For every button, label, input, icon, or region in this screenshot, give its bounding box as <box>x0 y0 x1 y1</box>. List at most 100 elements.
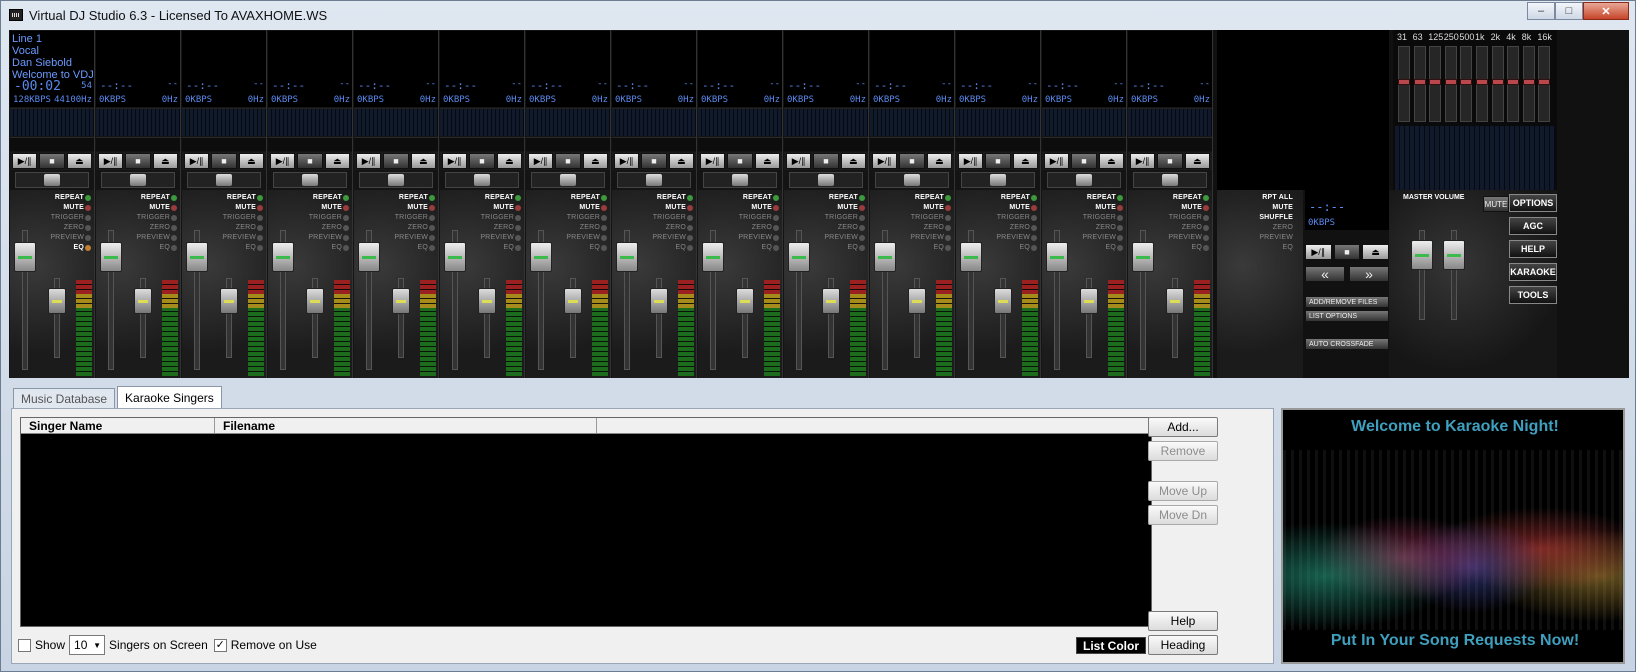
eq-band-slider[interactable] <box>1476 46 1488 122</box>
list-options-button[interactable]: LIST OPTIONS <box>1305 310 1389 322</box>
help-button[interactable]: Help <box>1148 611 1218 631</box>
eq-band-slider[interactable] <box>1491 46 1504 122</box>
play-pause-button[interactable]: ▶/∥ <box>442 153 468 169</box>
preview-flag[interactable]: PREVIEW <box>50 234 84 241</box>
volume-fader[interactable] <box>616 242 638 272</box>
play-pause-button[interactable]: ▶/∥ <box>614 153 640 169</box>
mute-flag[interactable]: MUTE <box>1272 204 1293 211</box>
stop-button[interactable]: ■ <box>383 153 409 169</box>
eq-flag[interactable]: EQ <box>1105 244 1116 251</box>
zero-flag[interactable]: ZERO <box>1096 224 1116 231</box>
preview-flag[interactable]: PREVIEW <box>996 234 1030 241</box>
trigger-flag[interactable]: TRIGGER <box>653 214 686 221</box>
repeat-flag[interactable]: REPEAT <box>743 194 772 201</box>
repeat-flag[interactable]: REPEAT <box>829 194 858 201</box>
gain-fader[interactable] <box>650 288 668 314</box>
playlist-play-button[interactable]: ▶/∥ <box>1305 244 1332 260</box>
mute-flag[interactable]: MUTE <box>751 204 772 211</box>
volume-fader[interactable] <box>186 242 208 272</box>
repeat-flag[interactable]: REPEAT <box>55 194 84 201</box>
eq-band-slider[interactable] <box>1522 46 1535 122</box>
pitch-slider[interactable] <box>703 172 777 188</box>
singers-list[interactable]: Singer Name Filename <box>20 417 1152 627</box>
eq-flag[interactable]: EQ <box>245 244 256 251</box>
eq-flag[interactable]: EQ <box>589 244 600 251</box>
pitch-slider[interactable] <box>273 172 347 188</box>
mute-flag[interactable]: MUTE <box>63 204 84 211</box>
gain-fader[interactable] <box>564 288 582 314</box>
trigger-flag[interactable]: TRIGGER <box>739 214 772 221</box>
repeat-flag[interactable]: REPEAT <box>227 194 256 201</box>
gain-fader[interactable] <box>822 288 840 314</box>
mute-flag[interactable]: MUTE <box>923 204 944 211</box>
play-pause-button[interactable]: ▶/∥ <box>528 153 554 169</box>
list-color-button[interactable]: List Color <box>1076 637 1146 654</box>
repeat-flag[interactable]: REPEAT <box>399 194 428 201</box>
repeat-flag[interactable]: REPEAT <box>1087 194 1116 201</box>
eq-flag[interactable]: EQ <box>761 244 772 251</box>
zero-flag[interactable]: ZERO <box>150 224 170 231</box>
tab-karaoke-singers[interactable]: Karaoke Singers <box>117 386 222 408</box>
deck-waveform[interactable] <box>440 137 524 151</box>
playlist-stop-button[interactable]: ■ <box>1333 244 1361 260</box>
eq-band-slider[interactable] <box>1538 46 1551 122</box>
trigger-flag[interactable]: TRIGGER <box>1169 214 1202 221</box>
repeat-flag[interactable]: REPEAT <box>485 194 514 201</box>
preview-flag[interactable]: PREVIEW <box>308 234 342 241</box>
stop-button[interactable]: ■ <box>39 153 65 169</box>
column-singer-name[interactable]: Singer Name <box>21 418 215 433</box>
eq-band-slider[interactable] <box>1507 46 1520 122</box>
preview-flag[interactable]: PREVIEW <box>222 234 256 241</box>
deck-waveform[interactable] <box>96 137 180 151</box>
repeat-flag[interactable]: REPEAT <box>571 194 600 201</box>
volume-fader[interactable] <box>788 242 810 272</box>
mute-flag[interactable]: MUTE <box>579 204 600 211</box>
pitch-slider[interactable] <box>789 172 863 188</box>
eq-band-slider[interactable] <box>1429 46 1442 122</box>
mute-flag[interactable]: MUTE <box>149 204 170 211</box>
eject-button[interactable]: ⏏ <box>66 153 92 169</box>
eject-button[interactable]: ⏏ <box>410 153 436 169</box>
pitch-slider[interactable] <box>875 172 949 188</box>
repeat-flag[interactable]: REPEAT <box>141 194 170 201</box>
trigger-flag[interactable]: TRIGGER <box>137 214 170 221</box>
stop-button[interactable]: ■ <box>125 153 151 169</box>
gain-fader[interactable] <box>220 288 238 314</box>
preview-flag[interactable]: PREVIEW <box>1082 234 1116 241</box>
stop-button[interactable]: ■ <box>1157 153 1183 169</box>
eject-button[interactable]: ⏏ <box>582 153 608 169</box>
rpt-all-flag[interactable]: RPT ALL <box>1262 194 1293 201</box>
mute-flag[interactable]: MUTE <box>1009 204 1030 211</box>
eq-flag[interactable]: EQ <box>847 244 858 251</box>
mute-flag[interactable]: MUTE <box>493 204 514 211</box>
deck-waveform[interactable] <box>956 137 1040 151</box>
play-pause-button[interactable]: ▶/∥ <box>1130 153 1156 169</box>
volume-fader[interactable] <box>1046 242 1068 272</box>
stop-button[interactable]: ■ <box>297 153 323 169</box>
eject-button[interactable]: ⏏ <box>926 153 952 169</box>
trigger-flag[interactable]: TRIGGER <box>51 214 84 221</box>
stop-button[interactable]: ■ <box>985 153 1011 169</box>
previous-track-button[interactable]: « <box>1305 266 1345 282</box>
deck-waveform[interactable] <box>10 137 94 151</box>
play-pause-button[interactable]: ▶/∥ <box>700 153 726 169</box>
eq-flag[interactable]: EQ <box>1282 244 1293 251</box>
eq-flag[interactable]: EQ <box>503 244 514 251</box>
karaoke-button[interactable]: KARAOKE <box>1509 263 1557 281</box>
zero-flag[interactable]: ZERO <box>408 224 428 231</box>
trigger-flag[interactable]: TRIGGER <box>395 214 428 221</box>
move-down-button[interactable]: Move Dn <box>1148 505 1218 525</box>
preview-flag[interactable]: PREVIEW <box>566 234 600 241</box>
play-pause-button[interactable]: ▶/∥ <box>786 153 812 169</box>
stop-button[interactable]: ■ <box>211 153 237 169</box>
pitch-slider[interactable] <box>15 172 89 188</box>
volume-fader[interactable] <box>874 242 896 272</box>
zero-flag[interactable]: ZERO <box>322 224 342 231</box>
volume-fader[interactable] <box>530 242 552 272</box>
preview-flag[interactable]: PREVIEW <box>910 234 944 241</box>
eject-button[interactable]: ⏏ <box>754 153 780 169</box>
heading-button[interactable]: Heading <box>1148 635 1218 655</box>
eject-button[interactable]: ⏏ <box>324 153 350 169</box>
gain-fader[interactable] <box>478 288 496 314</box>
eject-button[interactable]: ⏏ <box>1184 153 1210 169</box>
